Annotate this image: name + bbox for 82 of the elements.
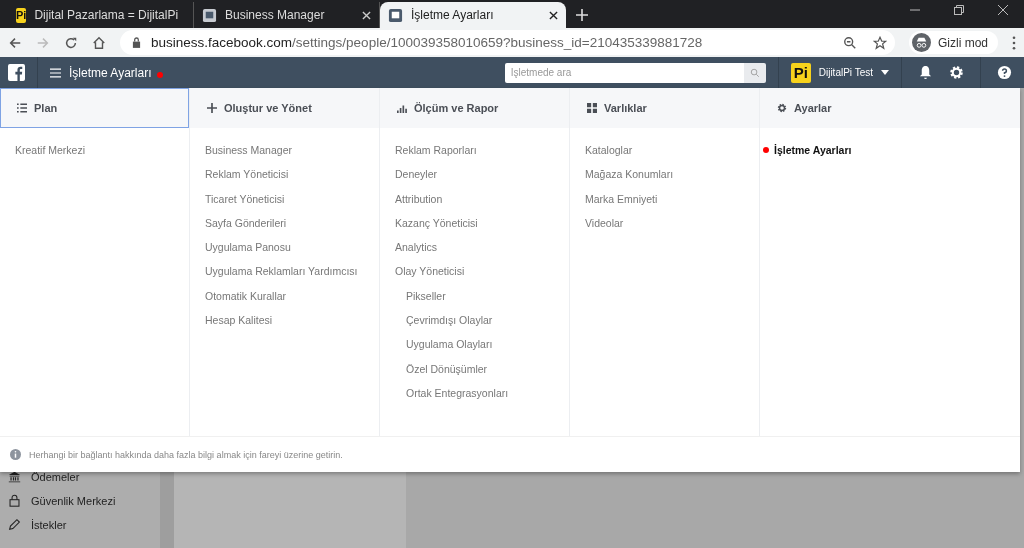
menu-link[interactable]: Hesap Kalitesi	[205, 314, 273, 327]
menu-link[interactable]: Attribution	[395, 192, 443, 205]
menu-link[interactable]: Kreatif Merkezi	[15, 144, 86, 156]
gear-icon	[777, 103, 787, 113]
close-icon[interactable]	[998, 4, 1008, 15]
hint-text: Herhangi bir bağlantı hakkında daha fazla bilgi almak için fareyi üzerine getirin.	[29, 449, 343, 460]
pen-icon	[8, 518, 21, 531]
url-text: business.facebook.com/settings/people/100039358010659?business_id=210435339881728	[151, 35, 704, 50]
category-title: Oluştur ve Yönet	[224, 102, 312, 114]
search-field[interactable]: İşletmede ara	[504, 62, 744, 83]
back-icon[interactable]	[8, 35, 22, 50]
menu-link[interactable]: Kazanç Yöneticisi	[395, 216, 478, 229]
sidebar-item[interactable]: Güvenlik Merkezi	[31, 494, 116, 507]
page-title[interactable]: İşletme Ayarları	[69, 65, 152, 80]
grid-icon	[587, 103, 597, 113]
menu-link[interactable]: Otomatik Kurallar	[205, 289, 287, 302]
incognito-icon	[912, 33, 931, 52]
restore-icon[interactable]	[954, 4, 964, 15]
sidebar-item[interactable]: İstekler	[31, 518, 67, 531]
category-title: Varlıklar	[604, 102, 647, 114]
business-logo-icon: Pi	[790, 62, 811, 83]
menu-link[interactable]: Uygulama Olayları	[406, 338, 493, 351]
menu-link[interactable]: Olay Yöneticisi	[395, 265, 465, 278]
home-icon[interactable]	[92, 35, 106, 50]
menu-link[interactable]: Ticaret Yöneticisi	[205, 192, 285, 205]
menu-category-tab[interactable]: Ayarlar	[760, 88, 1020, 128]
zoom-icon[interactable]	[843, 35, 857, 50]
info-icon	[10, 449, 21, 460]
menu-category-tab[interactable]: Varlıklar	[570, 88, 759, 128]
settings-icon[interactable]	[949, 65, 964, 80]
caret-icon[interactable]	[881, 70, 889, 75]
reload-icon[interactable]	[64, 35, 78, 50]
page-icon	[388, 7, 403, 23]
list-icon	[17, 103, 27, 113]
lock-icon	[132, 37, 141, 48]
category-title: Ayarlar	[794, 102, 832, 114]
bank-icon	[8, 470, 21, 483]
menu-link[interactable]: Çevrimdışı Olaylar	[406, 314, 493, 327]
account-switcher[interactable]: DijitalPi Test	[818, 67, 873, 78]
menu-link[interactable]: Ortak Entegrasyonları	[406, 386, 509, 399]
menu-link[interactable]: Marka Emniyeti	[585, 192, 658, 205]
browser-tab[interactable]: İşletme Ayarları	[380, 2, 566, 28]
menu-link[interactable]: Mağaza Konumları	[585, 168, 674, 181]
close-icon[interactable]	[549, 10, 558, 20]
menu-link[interactable]: İşletme Ayarları	[774, 144, 852, 156]
address-field[interactable]: business.facebook.com/settings/people/100039358010659?business_id=210435339881728	[120, 30, 895, 55]
menu-link[interactable]: Videolar	[585, 216, 624, 229]
menu-link[interactable]: Özel Dönüşümler	[406, 362, 488, 375]
lock-icon	[8, 494, 21, 507]
menu-link[interactable]: Reklam Raporları	[395, 144, 477, 156]
menu-link[interactable]: Reklam Yöneticisi	[205, 168, 289, 181]
menu-link[interactable]: Deneyler	[395, 168, 438, 181]
menu-link[interactable]: Kataloglar	[585, 144, 633, 156]
tab-title: Dijital Pazarlama = DijitalPi	[34, 8, 179, 22]
menu-link[interactable]: Business Manager	[205, 144, 292, 156]
menu-link[interactable]: Uygulama Reklamları Yardımcısı	[205, 265, 358, 278]
menu-link[interactable]: Pikseller	[406, 289, 446, 302]
more-icon[interactable]	[1012, 35, 1016, 50]
menu-category-tab[interactable]: Ölçüm ve Rapor	[380, 88, 569, 128]
category-title: Ölçüm ve Rapor	[414, 102, 499, 114]
bell-icon[interactable]	[918, 65, 933, 80]
menu-link[interactable]: Analytics	[395, 241, 437, 254]
plus-icon	[207, 103, 217, 113]
search-button[interactable]	[743, 62, 766, 83]
logo-icon: Pi	[16, 7, 27, 23]
menu-link[interactable]: Sayfa Gönderileri	[205, 216, 287, 229]
search-icon	[749, 67, 760, 78]
facebook-logo-icon[interactable]	[8, 64, 25, 81]
category-title: Plan	[34, 102, 58, 114]
menu-category-tab[interactable]: Plan	[0, 88, 189, 128]
page-icon	[202, 7, 217, 23]
tab-title: Business Manager	[225, 8, 326, 22]
sidebar-item[interactable]: Ödemeler	[31, 470, 80, 483]
help-icon[interactable]	[997, 65, 1012, 80]
menu-icon[interactable]	[50, 67, 61, 78]
menu-link[interactable]: Uygulama Panosu	[205, 241, 291, 254]
new-tab-icon[interactable]	[576, 9, 588, 21]
menu-category-tab[interactable]: Oluştur ve Yönet	[190, 88, 379, 128]
profile-button[interactable]: Gizli mod	[909, 31, 998, 54]
bar-chart-icon	[397, 103, 407, 113]
tab-title: İşletme Ayarları	[411, 8, 495, 22]
star-icon[interactable]	[873, 35, 887, 50]
